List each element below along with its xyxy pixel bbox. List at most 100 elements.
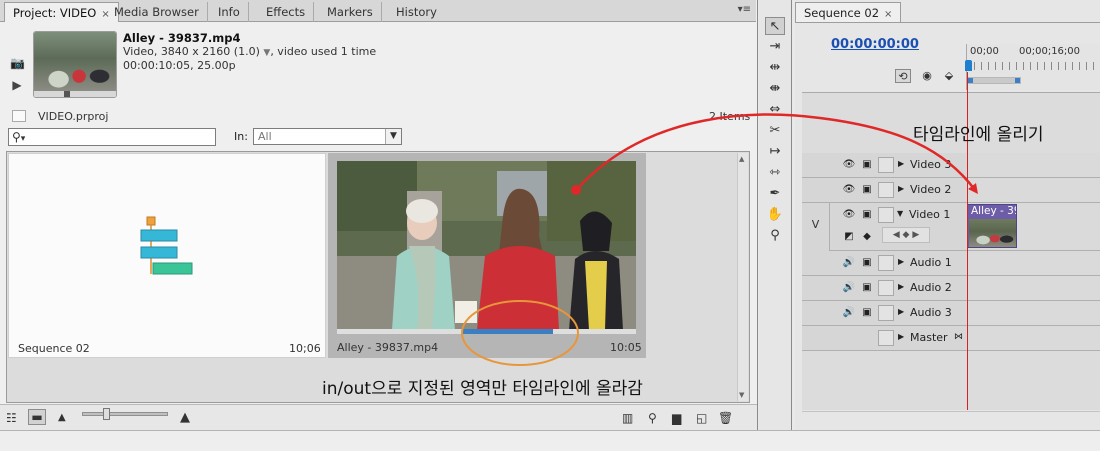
track-lock-toggle[interactable] <box>878 157 894 173</box>
expand-track-icon[interactable]: ▶ <box>898 257 904 266</box>
zoom-in-icon[interactable]: ▲ <box>180 411 190 425</box>
panel-menu-icon[interactable]: ▾≡ <box>738 4 751 15</box>
track-lock-toggle[interactable] <box>878 255 894 271</box>
track-content[interactable] <box>966 153 1100 178</box>
current-timecode[interactable]: 00:00:00:00 <box>831 37 919 52</box>
clip-preview-thumbnail[interactable] <box>33 31 117 98</box>
film-icon[interactable]: ▣ <box>860 158 874 171</box>
poster-frame-icon[interactable]: 📷 <box>10 56 25 70</box>
work-area-bar[interactable] <box>967 77 1021 84</box>
eye-icon[interactable]: 👁 <box>842 208 856 221</box>
zoom-tool-icon[interactable]: ⚲ <box>765 227 785 245</box>
timeline-scrollbar[interactable] <box>802 411 1100 423</box>
automate-to-sequence-icon[interactable]: ▥ <box>622 411 633 425</box>
track-video-1[interactable]: 👁 ▣ ▼ Video 1 ◩ ◆ ◀ ◆ ▶ <box>830 203 966 251</box>
tab-effects[interactable]: Effects <box>258 2 315 22</box>
search-dropdown-icon[interactable]: ▾ <box>21 134 26 144</box>
add-marker-icon[interactable]: ⬙ <box>941 69 957 83</box>
in-out-scrubber[interactable] <box>337 329 636 334</box>
pen-tool-icon[interactable]: ✒ <box>765 185 785 203</box>
track-content[interactable] <box>966 251 1100 276</box>
film-icon[interactable]: ▣ <box>860 256 874 269</box>
track-audio-3[interactable]: 🔊 ▣ ▶ Audio 3 <box>802 301 966 326</box>
keyframe-navigator[interactable]: ◀ ◆ ▶ <box>882 227 930 243</box>
film-icon[interactable]: ▣ <box>860 281 874 294</box>
expand-track-icon[interactable]: ▶ <box>898 159 904 168</box>
tab-project[interactable]: Project: VIDEO × <box>4 2 119 22</box>
thumbnail-size-slider[interactable] <box>82 408 168 420</box>
track-audio-1[interactable]: 🔊 ▣ ▶ Audio 1 <box>802 251 966 276</box>
icon-view-icon[interactable]: ▬ <box>28 409 46 425</box>
tab-close-icon[interactable]: × <box>884 9 892 20</box>
slip-tool-icon[interactable]: ↦ <box>765 143 785 161</box>
speaker-icon[interactable]: 🔊 <box>842 256 856 269</box>
timeline-clip[interactable]: Alley - 39 <box>967 204 1017 248</box>
expand-track-icon[interactable]: ▶ <box>898 332 904 341</box>
track-content[interactable] <box>966 326 1100 351</box>
track-content[interactable] <box>966 276 1100 301</box>
hand-tool-icon[interactable]: ✋ <box>765 206 785 224</box>
chevron-down-icon[interactable]: ▼ <box>385 129 401 144</box>
in-filter-select[interactable]: All ▼ <box>253 128 402 145</box>
film-icon[interactable]: ▣ <box>860 183 874 196</box>
speaker-icon[interactable]: 🔊 <box>842 306 856 319</box>
display-style-icon[interactable]: ◩ <box>842 230 856 243</box>
in-out-range[interactable] <box>463 329 553 334</box>
track-name: Audio 1 <box>910 256 952 269</box>
eye-icon[interactable]: 👁 <box>842 183 856 196</box>
track-video-2[interactable]: 👁 ▣ ▶ Video 2 <box>802 178 966 203</box>
selection-tool-icon[interactable]: ↖ <box>765 17 785 35</box>
track-lock-toggle[interactable] <box>878 330 894 346</box>
expand-track-icon[interactable]: ▶ <box>898 282 904 291</box>
slider-handle[interactable] <box>103 408 110 420</box>
track-content[interactable] <box>966 178 1100 203</box>
bin-item-sequence[interactable]: Sequence 02 10;06 <box>8 153 326 358</box>
delete-icon[interactable]: 🗑 <box>718 411 733 425</box>
preview-scrubber-handle[interactable] <box>64 91 70 97</box>
track-content[interactable] <box>966 301 1100 326</box>
bin-scrollbar[interactable]: ▲ ▼ <box>737 153 748 401</box>
zoom-out-icon[interactable]: ▲ <box>58 411 66 425</box>
track-lock-toggle[interactable] <box>878 182 894 198</box>
rolling-edit-tool-icon[interactable]: ⇼ <box>765 80 785 98</box>
new-item-icon[interactable]: ◱ <box>696 411 707 425</box>
track-lock-toggle[interactable] <box>878 207 894 223</box>
clip-name: Alley - 39837.mp4 <box>123 31 241 45</box>
playhead-handle[interactable] <box>965 60 972 71</box>
search-input[interactable]: ⚲▾ <box>8 128 216 146</box>
track-video-3[interactable]: 👁 ▣ ▶ Video 3 <box>802 153 966 178</box>
new-bin-icon[interactable]: ▆ <box>672 411 681 425</box>
collapse-track-icon[interactable]: ▼ <box>897 209 903 218</box>
film-icon[interactable]: ▣ <box>860 208 874 221</box>
track-master[interactable]: ▶ Master ⋈ <box>802 326 966 351</box>
track-select-tool-icon[interactable]: ⇥ <box>765 38 785 56</box>
play-icon[interactable]: ▶ <box>10 78 24 92</box>
track-lock-toggle[interactable] <box>878 280 894 296</box>
track-lock-toggle[interactable] <box>878 305 894 321</box>
track-audio-2[interactable]: 🔊 ▣ ▶ Audio 2 <box>802 276 966 301</box>
snap-icon[interactable]: ⟲ <box>895 69 911 83</box>
video-target-v[interactable]: V <box>802 203 830 251</box>
film-icon[interactable]: ▣ <box>860 306 874 319</box>
razor-tool-icon[interactable]: ✂ <box>765 122 785 140</box>
slide-tool-icon[interactable]: ⇿ <box>765 164 785 182</box>
set-encore-marker-icon[interactable]: ◉ <box>919 69 935 83</box>
keyframe-toggle-icon[interactable]: ◆ <box>860 230 874 243</box>
time-ruler[interactable]: 00;00 00;00;16;00 <box>965 44 1100 90</box>
tab-markers[interactable]: Markers <box>319 2 382 22</box>
tab-info[interactable]: Info <box>210 2 249 22</box>
expand-track-icon[interactable]: ▶ <box>898 307 904 316</box>
search-icon[interactable]: ⚲▾ <box>12 130 25 144</box>
rate-stretch-tool-icon[interactable]: ⇔ <box>765 101 785 119</box>
tab-sequence[interactable]: Sequence 02 × <box>795 2 902 22</box>
ripple-edit-tool-icon[interactable]: ⇹ <box>765 59 785 77</box>
list-view-icon[interactable]: ☷ <box>6 411 17 425</box>
tab-media-browser[interactable]: Media Browser <box>106 2 208 22</box>
speaker-icon[interactable]: 🔊 <box>842 281 856 294</box>
preview-scrubber[interactable] <box>34 91 116 97</box>
ruler-label: 00;00 <box>970 46 999 57</box>
expand-track-icon[interactable]: ▶ <box>898 184 904 193</box>
find-icon[interactable]: ⚲ <box>648 411 657 425</box>
tab-history[interactable]: History <box>388 2 445 22</box>
eye-icon[interactable]: 👁 <box>842 158 856 171</box>
